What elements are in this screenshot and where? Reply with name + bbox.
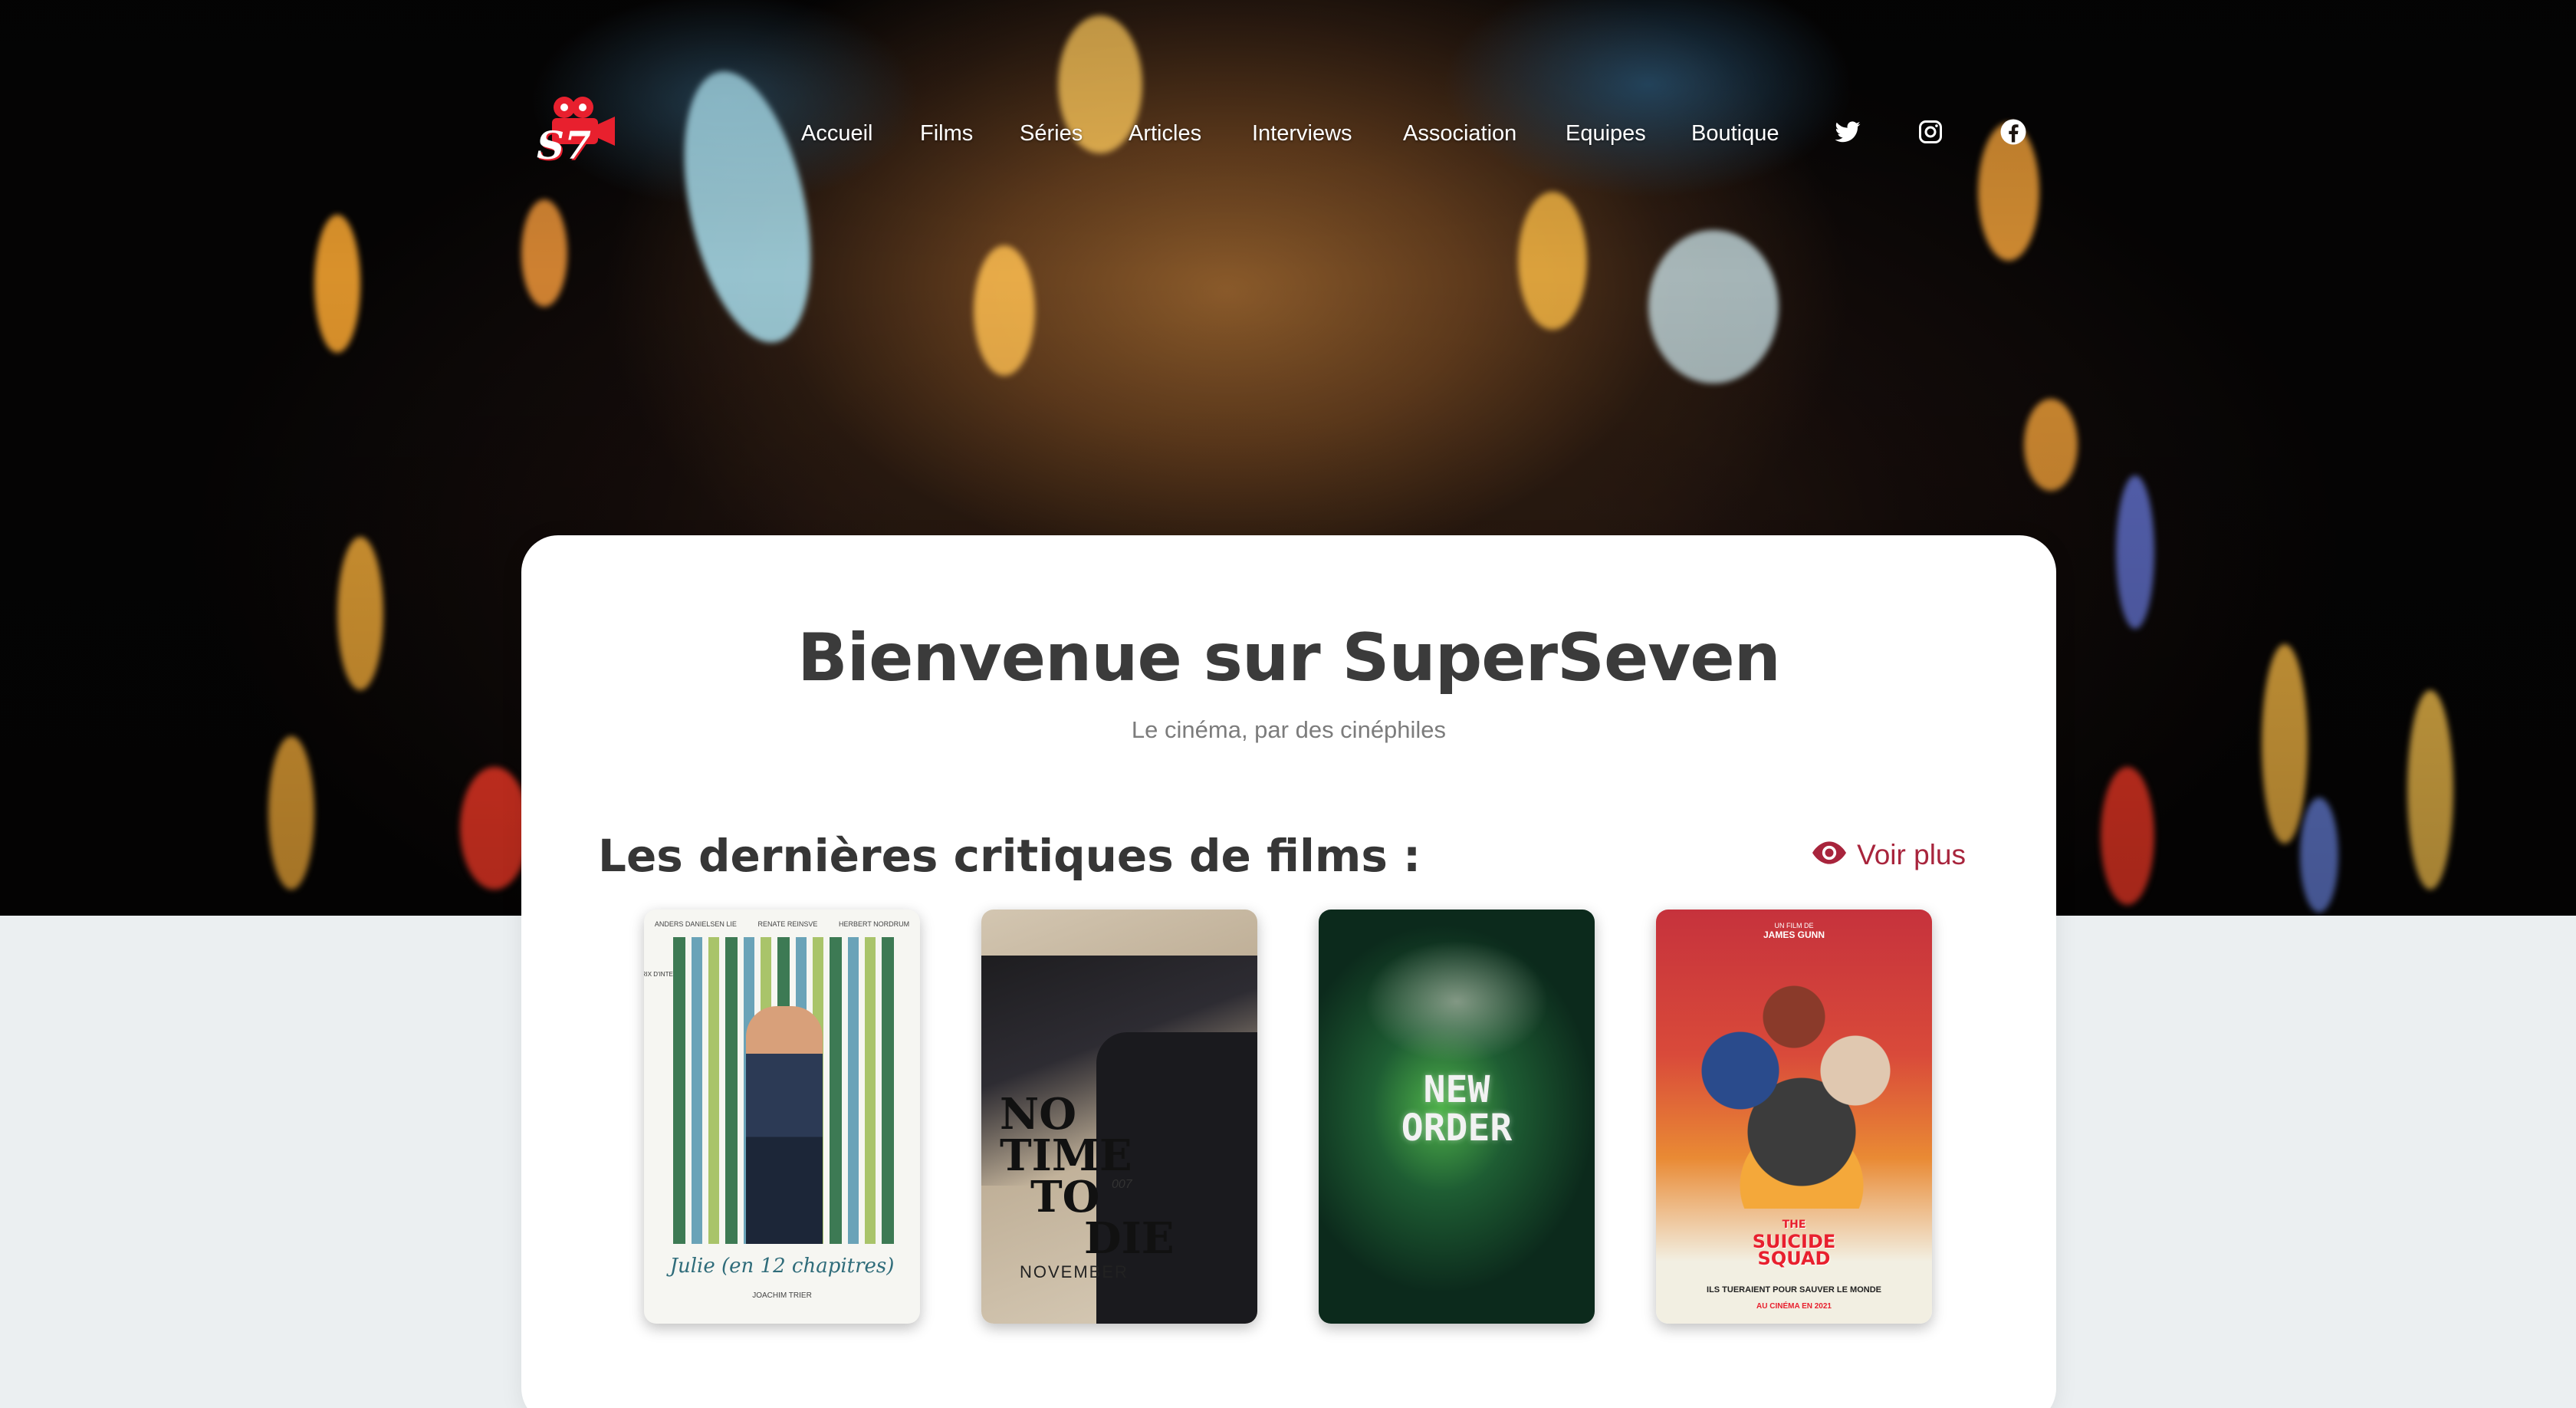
twitter-icon[interactable] (1834, 118, 1861, 146)
director-name: JAMES GUNN (1763, 929, 1825, 940)
voir-plus-link[interactable]: Voir plus (1812, 839, 1966, 871)
title-line: TO (1030, 1172, 1100, 1222)
facebook-icon[interactable] (1999, 118, 2027, 146)
squad-characters (1671, 956, 1917, 1209)
poster-suicide-squad[interactable]: UN FILM DE JAMES GUNN THE SUICIDE SQUAD … (1656, 910, 1932, 1324)
eye-icon (1812, 839, 1847, 871)
reviews-section-title: Les dernières critiques de films : (598, 830, 1421, 882)
title-line: NEW (1423, 1068, 1490, 1111)
nav-item-interviews[interactable]: Interviews (1252, 115, 1352, 152)
nav-item-accueil[interactable]: Accueil (801, 115, 873, 152)
title-line: ORDER (1401, 1107, 1513, 1150)
cast-name: HERBERT NORDRUM (838, 920, 910, 928)
poster-director-credit: UN FILM DE JAMES GUNN (1656, 922, 1932, 940)
poster-director: JOACHIM TRIER (752, 1291, 812, 1300)
cast-name: RENATE REINSVE (757, 920, 818, 928)
title-line: NO (1000, 1089, 1076, 1140)
poster-title: NO TIME TO DIE (1000, 1089, 1175, 1264)
title-line: DIE (1084, 1213, 1175, 1264)
instagram-icon[interactable] (1917, 118, 1944, 146)
nav-item-boutique[interactable]: Boutique (1691, 115, 1779, 152)
nav-item-articles[interactable]: Articles (1129, 115, 1201, 152)
poster-title: NEW ORDER (1319, 1071, 1595, 1147)
main-card: Bienvenue sur SuperSeven Le cinéma, par … (521, 535, 2056, 1408)
poster-tagline: ILS TUERAIENT POUR SAUVER LE MONDE (1707, 1285, 1881, 1295)
poster-tag: 007 (1112, 1178, 1132, 1191)
poster-release: AU CINÉMA EN 2021 (1756, 1302, 1832, 1311)
poster-julie[interactable]: ANDERS DANIELSEN LIE RENATE REINSVE HERB… (644, 910, 920, 1324)
poster-title: THE SUICIDE SQUAD (1656, 1216, 1932, 1269)
poster-title: Julie (en 12 chapitres) (669, 1255, 895, 1278)
poster-month: NOVEMBER (1020, 1262, 1129, 1281)
poster-figures (1365, 940, 1549, 1063)
actress-figure (746, 1006, 823, 1244)
nav-item-association[interactable]: Association (1403, 115, 1516, 152)
poster-no-time-to-die[interactable]: NO TIME TO DIE 007 NOVEMBER (981, 910, 1257, 1324)
title-line: TIME (1000, 1130, 1132, 1181)
voir-plus-label: Voir plus (1857, 839, 1966, 870)
poster-cast: ANDERS DANIELSEN LIE RENATE REINSVE HERB… (644, 920, 920, 928)
main-nav: Accueil Films Séries Articles Interviews… (0, 115, 2576, 152)
nav-item-equipes[interactable]: Equipes (1566, 115, 1646, 152)
page-title: Bienvenue sur SuperSeven (797, 620, 1781, 696)
nav-item-series[interactable]: Séries (1020, 115, 1083, 152)
title-line: SQUAD (1757, 1248, 1831, 1269)
director-credit: UN FILM DE (1774, 922, 1814, 929)
poster-new-order[interactable]: NEW ORDER (1319, 910, 1595, 1324)
cast-name: ANDERS DANIELSEN LIE (654, 920, 737, 928)
nav-item-films[interactable]: Films (920, 115, 973, 152)
page-subtitle: Le cinéma, par des cinéphiles (1131, 716, 1447, 743)
poster-image (673, 937, 895, 1244)
